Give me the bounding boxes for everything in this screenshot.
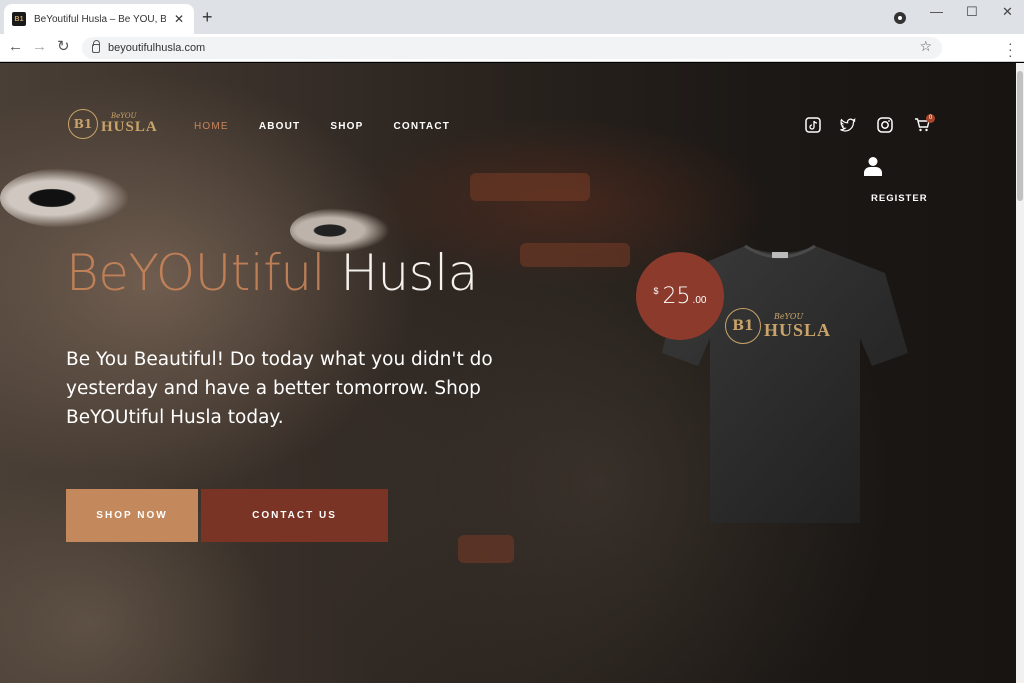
wall-texture [458,535,514,563]
wall-texture [470,173,590,201]
shirt-logo-monogram: B1 [725,308,761,344]
site-favicon-icon: B1 [12,12,26,26]
address-bar[interactable]: beyoutifulhusla.com ☆ [82,37,942,59]
shirt-logo-wordmark: HUSLA [764,320,832,340]
logo-wordmark: HUSLA [101,119,158,135]
back-icon[interactable]: ← [8,39,23,55]
cart-count-badge: 0 [926,114,935,123]
forward-icon[interactable]: → [32,39,47,55]
minimize-icon[interactable]: — [930,4,943,19]
register-link[interactable]: REGISTER [871,193,928,204]
site-logo[interactable]: B1 BeYOU HUSLA [68,109,158,139]
nav-contact[interactable]: CONTACT [394,121,451,132]
shirt-logo: B1 BeYOU HUSLA [725,308,831,344]
instagram-icon[interactable] [877,117,893,133]
hero-description: Be You Beautiful! Do today what you didn… [66,349,493,428]
window-close-icon[interactable]: ✕ [1002,4,1013,20]
tab-title: BeYoutiful Husla – Be YOU, BeYo [34,13,166,25]
page-scrollbar[interactable] [1016,63,1024,683]
nav-shop[interactable]: SHOP [330,121,363,132]
main-nav: HOME ABOUT SHOP CONTACT [194,121,480,132]
reload-icon[interactable]: ↻ [57,39,70,55]
hero-title-part1: BeYOUtiful [66,244,325,302]
contact-us-button[interactable]: CONTACT US [201,489,388,542]
shop-now-button[interactable]: SHOP NOW [66,489,198,542]
bookmark-star-icon[interactable]: ☆ [919,38,932,55]
logo-monogram: B1 [68,109,98,139]
tiktok-icon[interactable] [805,117,821,133]
wall-texture [520,243,630,267]
browser-menu-icon[interactable]: · · · [1008,36,1013,62]
browser-tab[interactable]: B1 BeYoutiful Husla – Be YOU, BeYo ✕ [4,4,194,34]
nav-about[interactable]: ABOUT [259,121,301,132]
scrollbar-thumb[interactable] [1017,71,1023,201]
browser-toolbar: ← → ↻ beyoutifulhusla.com ☆ · · · [0,34,1024,62]
lock-icon[interactable] [92,39,100,53]
media-indicator-icon[interactable] [894,12,906,24]
price-currency: $ [653,286,659,296]
hero-section: B1 BeYOU HUSLA HOME ABOUT SHOP CONTACT 0… [0,63,1016,683]
url-text[interactable]: beyoutifulhusla.com [108,42,205,54]
price-cents: .00 [692,294,707,306]
twitter-icon[interactable] [840,117,856,133]
browser-tab-bar: B1 BeYoutiful Husla – Be YOU, BeYo ✕ + —… [0,0,1024,34]
hero-title: BeYOUtiful Husla [66,243,478,303]
background-eye-left [0,168,130,228]
price-badge: $ 25 .00 [636,252,724,340]
tab-close-icon[interactable]: ✕ [172,12,186,26]
hero-title-part2: Husla [340,244,478,302]
new-tab-icon[interactable]: + [202,8,213,26]
price-amount: 25 [662,283,691,309]
nav-home[interactable]: HOME [194,121,229,132]
maximize-icon[interactable]: ☐ [966,4,978,20]
user-icon[interactable] [864,156,882,176]
